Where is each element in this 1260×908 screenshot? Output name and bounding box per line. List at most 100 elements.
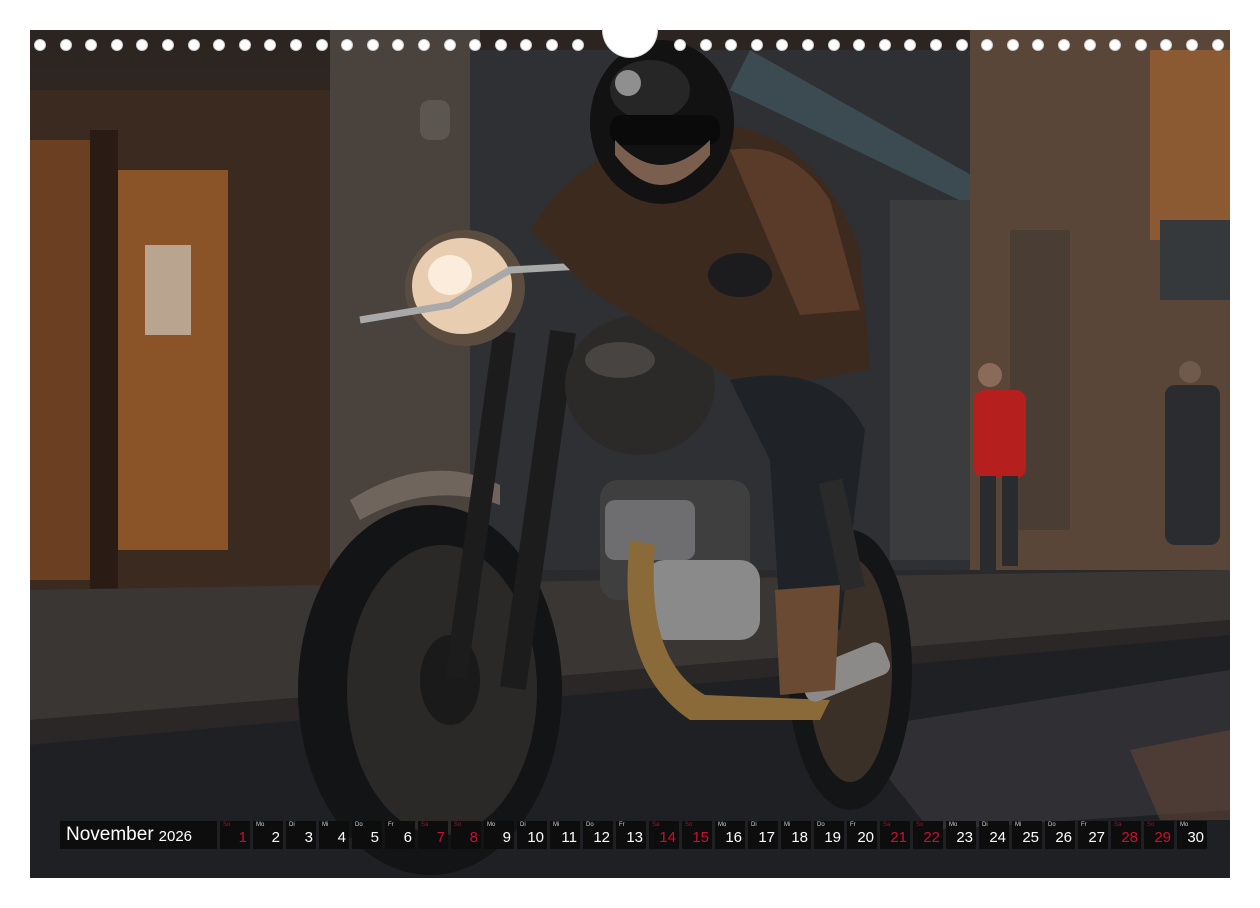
day-cell: Mi 25 <box>1012 821 1042 849</box>
day-number: 2 <box>271 829 280 846</box>
day-cell: Di 24 <box>979 821 1009 849</box>
day-abbreviation: Mi <box>553 822 560 828</box>
day-number: 13 <box>626 829 643 846</box>
day-cell: So 1 <box>220 821 250 849</box>
binding-hole <box>188 39 200 51</box>
day-number: 25 <box>1022 829 1039 846</box>
day-cell: Mi 4 <box>319 821 349 849</box>
day-abbreviation: So <box>916 822 924 828</box>
day-cell: Mo 30 <box>1177 821 1207 849</box>
day-cell: So 8 <box>451 821 481 849</box>
binding-hole <box>981 39 993 51</box>
binding-hole <box>1135 39 1147 51</box>
binding-hole <box>725 39 737 51</box>
binding-hole <box>1007 39 1019 51</box>
day-abbreviation: Mi <box>322 822 329 828</box>
day-cell: Mo 23 <box>946 821 976 849</box>
month-name: November <box>66 824 154 845</box>
binding-hole <box>520 39 532 51</box>
day-abbreviation: Mi <box>784 822 791 828</box>
binding-hole <box>904 39 916 51</box>
binding-hole <box>930 39 942 51</box>
day-number: 8 <box>469 829 478 846</box>
day-number: 9 <box>502 829 511 846</box>
day-abbreviation: Fr <box>850 822 856 828</box>
day-cell: Sa 28 <box>1111 821 1141 849</box>
binding-hole <box>1212 39 1224 51</box>
day-abbreviation: Fr <box>619 822 625 828</box>
day-abbreviation: So <box>685 822 693 828</box>
day-abbreviation: Fr <box>388 822 394 828</box>
day-cell: Fr 20 <box>847 821 877 849</box>
day-cell: Mi 18 <box>781 821 811 849</box>
day-cell: Mo 16 <box>715 821 745 849</box>
binding-hole <box>1186 39 1198 51</box>
binding-hole <box>111 39 123 51</box>
day-abbreviation: Mo <box>949 822 958 828</box>
day-number: 16 <box>725 829 742 846</box>
binding-hole <box>674 39 686 51</box>
day-abbreviation: Do <box>586 822 594 828</box>
day-cell: Sa 21 <box>880 821 910 849</box>
binding-hole <box>776 39 788 51</box>
day-number: 21 <box>890 829 907 846</box>
binding-hole <box>1084 39 1096 51</box>
day-abbreviation: Mo <box>487 822 496 828</box>
calendar-photo-motorcycle-rider <box>30 30 1230 878</box>
binding-hole <box>34 39 46 51</box>
day-number: 10 <box>527 829 544 846</box>
day-abbreviation: Fr <box>1081 822 1087 828</box>
day-abbreviation: Do <box>1048 822 1056 828</box>
day-number: 30 <box>1187 829 1204 846</box>
photo-illustration <box>30 30 1230 878</box>
binding-hole <box>316 39 328 51</box>
binding-hole <box>85 39 97 51</box>
day-abbreviation: Di <box>289 822 295 828</box>
binding-hole <box>60 39 72 51</box>
day-cell: Fr 6 <box>385 821 415 849</box>
day-cells: So 1 Mo 2 Di 3 Mi 4 Do 5 Fr 6 Sa 7 So 8 Mo 9 Di 10 Mi 11 Do 12 F… <box>220 821 1207 849</box>
day-abbreviation: Sa <box>1114 822 1122 828</box>
day-abbreviation: Sa <box>652 822 660 828</box>
day-number: 22 <box>923 829 940 846</box>
day-cell: Mo 2 <box>253 821 283 849</box>
day-cell: Sa 7 <box>418 821 448 849</box>
day-abbreviation: Mo <box>256 822 265 828</box>
day-cell: Di 17 <box>748 821 778 849</box>
day-abbreviation: Di <box>982 822 988 828</box>
binding-hole <box>572 39 584 51</box>
calendar-date-strip: November 2026 So 1 Mo 2 Di 3 Mi 4 Do 5 Fr 6 Sa 7 So 8 Mo… <box>60 821 1207 849</box>
day-number: 1 <box>238 829 247 846</box>
day-cell: Do 19 <box>814 821 844 849</box>
day-number: 26 <box>1055 829 1072 846</box>
day-number: 6 <box>403 829 412 846</box>
binding-hole <box>853 39 865 51</box>
day-cell: Do 12 <box>583 821 613 849</box>
pedestrian-background <box>1165 361 1220 545</box>
binding-hole <box>341 39 353 51</box>
day-cell: Mo 9 <box>484 821 514 849</box>
day-cell: So 22 <box>913 821 943 849</box>
day-abbreviation: So <box>1147 822 1155 828</box>
binding-hole <box>879 39 891 51</box>
binding-hole <box>495 39 507 51</box>
day-abbreviation: Do <box>817 822 825 828</box>
binding-hole <box>239 39 251 51</box>
day-abbreviation: Sa <box>421 822 429 828</box>
day-number: 7 <box>436 829 445 846</box>
day-abbreviation: Di <box>751 822 757 828</box>
day-number: 28 <box>1121 829 1138 846</box>
day-abbreviation: So <box>454 822 462 828</box>
day-number: 23 <box>956 829 973 846</box>
day-number: 4 <box>337 829 346 846</box>
day-cell: Fr 13 <box>616 821 646 849</box>
day-cell: Sa 14 <box>649 821 679 849</box>
day-abbreviation: So <box>223 822 231 828</box>
day-cell: So 15 <box>682 821 712 849</box>
day-number: 15 <box>692 829 709 846</box>
binding-hole <box>1160 39 1172 51</box>
day-cell: So 29 <box>1144 821 1174 849</box>
binding-hole <box>751 39 763 51</box>
binding-hole <box>1058 39 1070 51</box>
day-number: 12 <box>593 829 610 846</box>
